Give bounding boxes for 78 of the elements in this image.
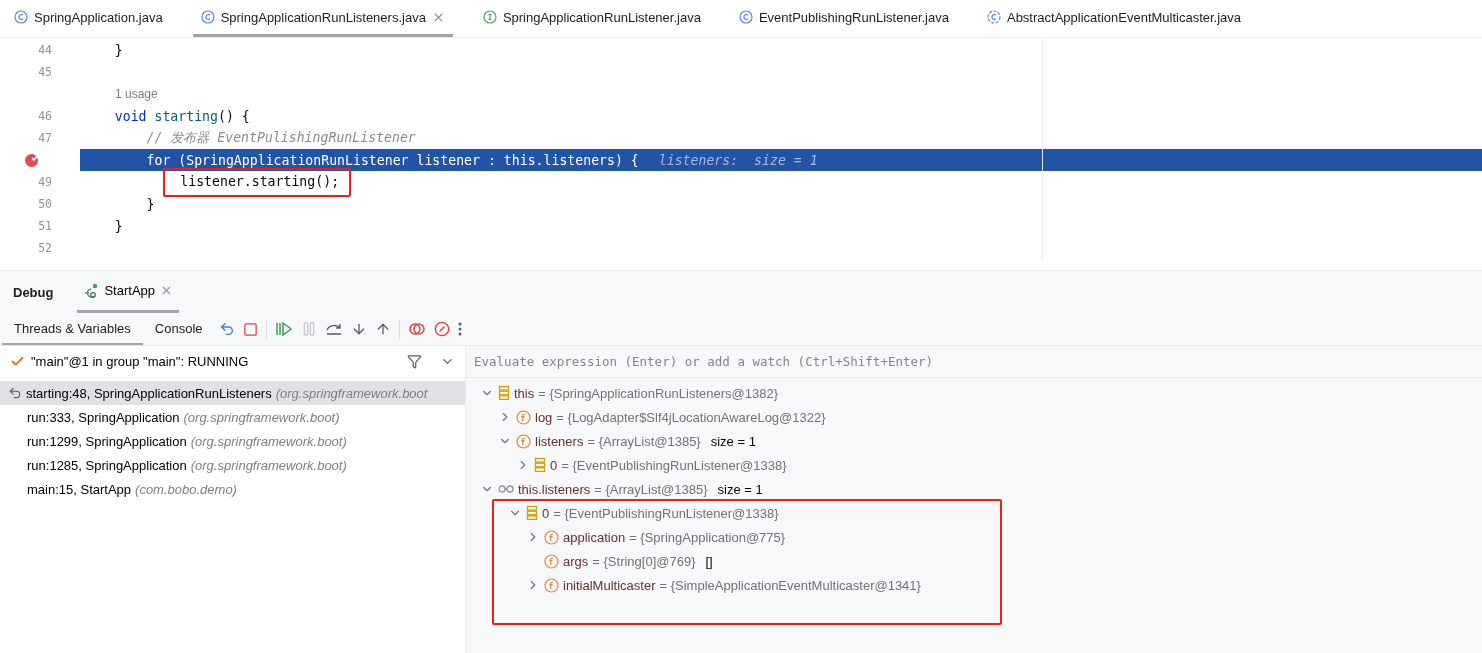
line-number: 50 (38, 197, 52, 211)
variable-value: = {ArrayList@1385} (594, 481, 708, 497)
glasses-icon (498, 484, 514, 494)
variable-name: 0 (542, 505, 550, 521)
class-icon (14, 10, 28, 24)
panel-title: Debug (13, 284, 54, 300)
stack-frame[interactable]: run:333, SpringApplication (org.springframework.boot) (0, 405, 465, 429)
bug-icon (83, 282, 100, 299)
class-icon (200, 10, 215, 24)
variable-extra: size = 1 (717, 481, 763, 497)
variable-value: = {SpringApplicationRunListeners@1382} (538, 385, 778, 401)
stack-frame[interactable]: run:1285, SpringApplication (org.springframework.boot) (0, 453, 465, 477)
interface-icon (482, 10, 497, 24)
inline-value-hint: listeners: size = 1 (658, 152, 818, 168)
session-tab[interactable]: StartApp (77, 271, 180, 313)
line-number: 47 (38, 131, 52, 145)
variable-value: = {LogAdapter$Slf4jLocationAwareLog@1322} (556, 409, 826, 425)
field-icon (516, 433, 531, 449)
variable-value: = {EventPublishingRunListener@1338} (553, 505, 779, 521)
stack-frame[interactable]: run:1299, SpringApplication (org.springframework.boot) (0, 429, 465, 453)
editor-tab[interactable]: SpringApplication.java (6, 0, 171, 37)
code-text: listener.starting(); (163, 167, 352, 197)
breakpoint-icon[interactable] (24, 152, 40, 168)
stack-icon (498, 385, 510, 401)
variable-name: listeners (535, 433, 584, 449)
stack-icon (526, 505, 538, 521)
stack-frame[interactable]: starting:48, SpringApplicationRunListeners (org.springframework.boot (0, 381, 465, 405)
variable-name: this (514, 385, 535, 401)
resume-icon (274, 321, 293, 337)
mute-breakpoints-icon (433, 321, 450, 337)
editor-tab[interactable]: AbstractApplicationEventMulticaster.java (978, 0, 1250, 37)
view-tab[interactable]: Console (142, 313, 215, 345)
more-icon (457, 322, 462, 336)
thread-label[interactable]: "main"@1 in group "main": RUNNING (31, 354, 401, 369)
return-icon (8, 386, 22, 400)
variable-extra: size = 1 (710, 433, 756, 449)
variable-name: 0 (550, 457, 558, 473)
editor-tab[interactable]: SpringApplicationRunListener.java (474, 0, 709, 37)
stack-icon (534, 457, 546, 473)
editor-tab[interactable]: SpringApplicationRunListeners.java (192, 0, 453, 37)
variable-value: = {String[0]@769} (592, 553, 696, 569)
code-text: // 发布器 EventPulishingRunListener (146, 129, 416, 147)
field-icon (544, 577, 559, 593)
line-number: 51 (38, 219, 52, 233)
variable-value: = {EventPublishingRunListener@1338} (561, 457, 787, 473)
check-icon (10, 354, 25, 369)
breakpoints-icon (407, 321, 426, 337)
class-icon (738, 10, 753, 24)
line-number: 44 (38, 43, 52, 57)
rerun-icon (218, 321, 235, 337)
class-icon (986, 10, 1001, 24)
code-text: void starting() { (114, 108, 250, 124)
editor-tab[interactable]: EventPublishingRunListener.java (730, 0, 957, 37)
variable-name: application (563, 529, 626, 545)
field-icon (544, 529, 559, 545)
filter-icon[interactable] (407, 354, 422, 369)
variable-name: this.listeners (518, 481, 591, 497)
line-number: 45 (38, 65, 52, 79)
line-number: 52 (38, 241, 52, 255)
variable-extra: [] (705, 553, 713, 569)
variable-name: args (563, 553, 589, 569)
stack-frame[interactable]: main:15, StartApp (com.bobo.demo) (0, 477, 465, 501)
code-text: } (114, 218, 123, 234)
line-number: 46 (38, 109, 52, 123)
field-icon (544, 553, 559, 569)
stop-icon (242, 321, 258, 337)
line-number: 49 (38, 175, 52, 189)
code-text: } (146, 196, 155, 212)
variable-value: = {SimpleApplicationEventMulticaster@1341} (659, 577, 921, 593)
field-icon (516, 409, 531, 425)
code-text: } (114, 42, 123, 58)
usage-hint[interactable]: 1 usage (115, 87, 158, 101)
variable-value: = {ArrayList@1385} (587, 433, 701, 449)
variable-value: = {SpringApplication@775} (629, 529, 786, 545)
step-over-icon (324, 321, 343, 337)
variable-name: log (535, 409, 553, 425)
variable-name: initialMulticaster (563, 577, 656, 593)
code-text: for (SpringApplicationRunListener listener : this.listeners) { (146, 152, 639, 168)
